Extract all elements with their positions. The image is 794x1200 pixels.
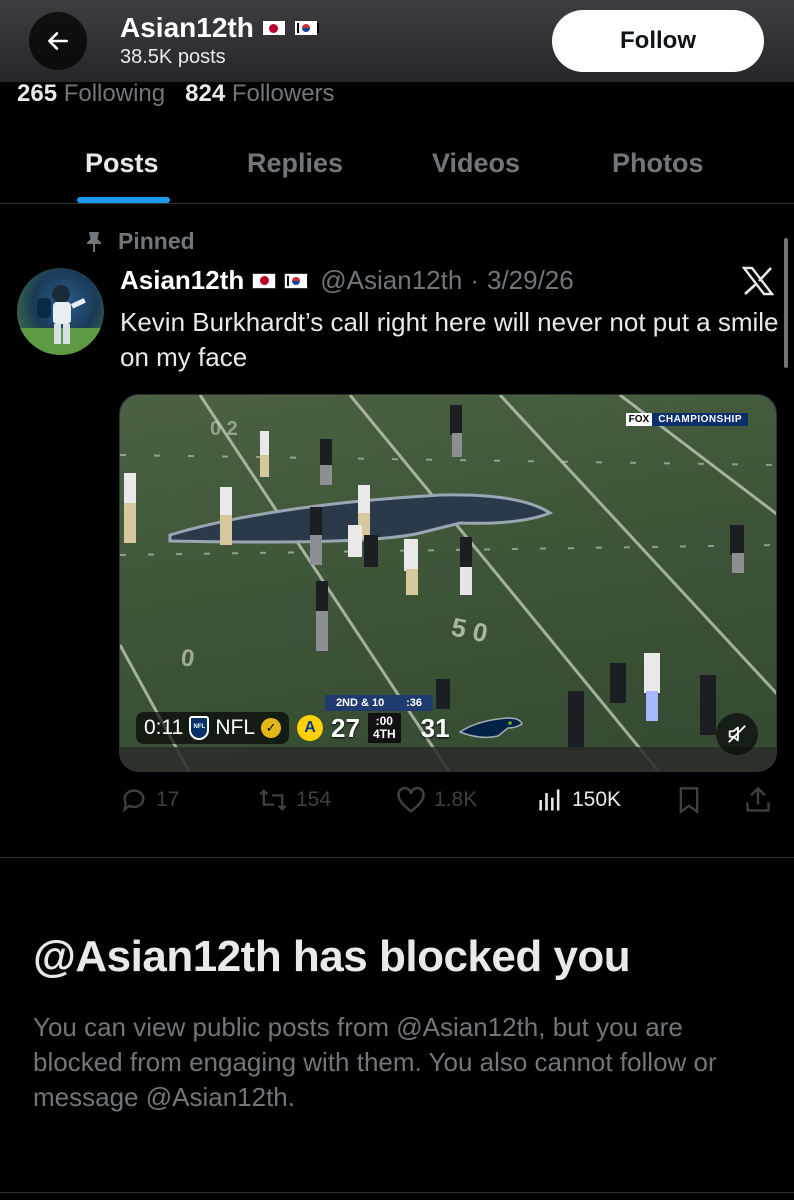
svg-text:0 2: 0 2 — [210, 418, 238, 440]
followers-link[interactable]: 824 Followers — [185, 80, 334, 107]
bookmark-button[interactable] — [676, 786, 702, 814]
post-author-name[interactable]: Asian12th — [120, 265, 244, 296]
play-clock: :36 — [406, 697, 423, 709]
share-button[interactable] — [744, 786, 772, 814]
video-channel: NFL — [215, 716, 256, 739]
tab-posts[interactable]: Posts — [85, 148, 159, 179]
championship-label: CHAMPIONSHIP — [652, 413, 748, 426]
pinned-indicator: Pinned — [84, 228, 195, 255]
post-separator: · — [470, 265, 479, 295]
reply-button[interactable]: 17 — [120, 786, 179, 814]
post-handle[interactable]: @Asian12th — [320, 265, 462, 296]
header-display-name-row: Asian12th — [120, 12, 319, 44]
profile-header: Asian12th 38.5K posts Follow — [0, 0, 794, 82]
video-player[interactable]: 5 0 0 0 2 FOX CHAMPIONSHIP 2ND & 10:36 … — [119, 394, 777, 772]
down-distance-bar: 2ND & 10 :36 — [325, 695, 433, 711]
post-actions: 17 154 1.8K 150K — [0, 786, 794, 826]
blocked-title: @Asian12th has blocked you — [33, 932, 631, 981]
following-link[interactable]: 265 Following — [17, 80, 165, 107]
korea-flag-icon — [284, 272, 310, 289]
follow-button[interactable]: Follow — [552, 10, 764, 72]
network-badge: FOX CHAMPIONSHIP — [625, 413, 748, 426]
header-display-name: Asian12th — [120, 12, 254, 43]
divider — [0, 1192, 794, 1193]
game-clock-box: :00 4TH — [367, 713, 401, 743]
video-info-pill: 0:11 NFL NFL ✓ — [136, 712, 290, 744]
korea-flag-icon — [293, 20, 319, 36]
reply-count: 17 — [156, 788, 180, 811]
svg-text:5 0: 5 0 — [449, 612, 491, 649]
active-tab-indicator — [77, 197, 170, 203]
followers-count: 824 — [185, 80, 226, 107]
divider — [0, 857, 794, 858]
following-count: 265 — [17, 80, 58, 107]
reply-icon — [122, 789, 145, 813]
avatar[interactable] — [17, 268, 104, 355]
nfl-logo-icon: NFL — [189, 716, 210, 740]
fox-logo: FOX — [625, 413, 653, 426]
post-text: Kevin Burkhardt’s call right here will n… — [120, 307, 779, 372]
heart-icon — [397, 786, 425, 813]
bookmark-icon — [679, 787, 699, 814]
avatar-image — [17, 285, 104, 355]
profile-stats: 265 Following 824 Followers — [17, 80, 335, 108]
followers-label: Followers — [231, 80, 335, 107]
game-clock: :00 — [375, 714, 393, 728]
tab-photos[interactable]: Photos — [612, 148, 704, 179]
scrollbar[interactable] — [784, 238, 788, 368]
views-button[interactable]: 150K — [536, 786, 621, 814]
seahawks-logo-icon — [457, 717, 523, 739]
verified-badge-icon: ✓ — [261, 718, 282, 738]
pin-icon — [87, 231, 101, 252]
x-logo-icon — [742, 266, 774, 296]
blocked-description: You can view public posts from @Asian12t… — [33, 1012, 717, 1112]
tab-replies[interactable]: Replies — [247, 148, 343, 179]
share-icon — [746, 786, 770, 812]
quarter: 4TH — [372, 727, 396, 741]
away-score: 27 — [331, 712, 360, 743]
repost-icon — [259, 789, 287, 811]
repost-button[interactable]: 154 — [258, 786, 331, 814]
svg-text:0: 0 — [179, 644, 196, 673]
view-count: 150K — [572, 788, 622, 811]
pinned-label: Pinned — [118, 228, 195, 254]
video-duration: 0:11 — [144, 716, 184, 739]
repost-count: 154 — [296, 788, 332, 811]
post-header: Asian12th @Asian12th · 3/29/26 — [120, 265, 574, 296]
arrow-left-icon — [48, 32, 68, 50]
following-label: Following — [63, 80, 166, 107]
rams-logo-icon: A — [297, 715, 324, 741]
down-distance: 2ND & 10 — [335, 697, 385, 709]
back-button[interactable] — [29, 12, 87, 70]
japan-flag-icon — [252, 272, 277, 289]
like-count: 1.8K — [434, 788, 478, 811]
mute-button[interactable] — [716, 713, 758, 755]
scorebug: 0:11 NFL NFL ✓ A 27 :00 4TH 31 — [136, 711, 524, 745]
like-button[interactable]: 1.8K — [396, 786, 477, 814]
speaker-muted-icon — [728, 725, 746, 743]
home-score: 31 — [420, 712, 450, 743]
profile-tabs: Posts Replies Videos Photos — [0, 124, 794, 204]
tab-videos[interactable]: Videos — [432, 148, 520, 179]
views-chart-icon — [539, 789, 560, 811]
post-date[interactable]: 3/29/26 — [487, 265, 574, 296]
japan-flag-icon — [261, 20, 286, 36]
header-posts-count: 38.5K posts — [120, 46, 226, 68]
